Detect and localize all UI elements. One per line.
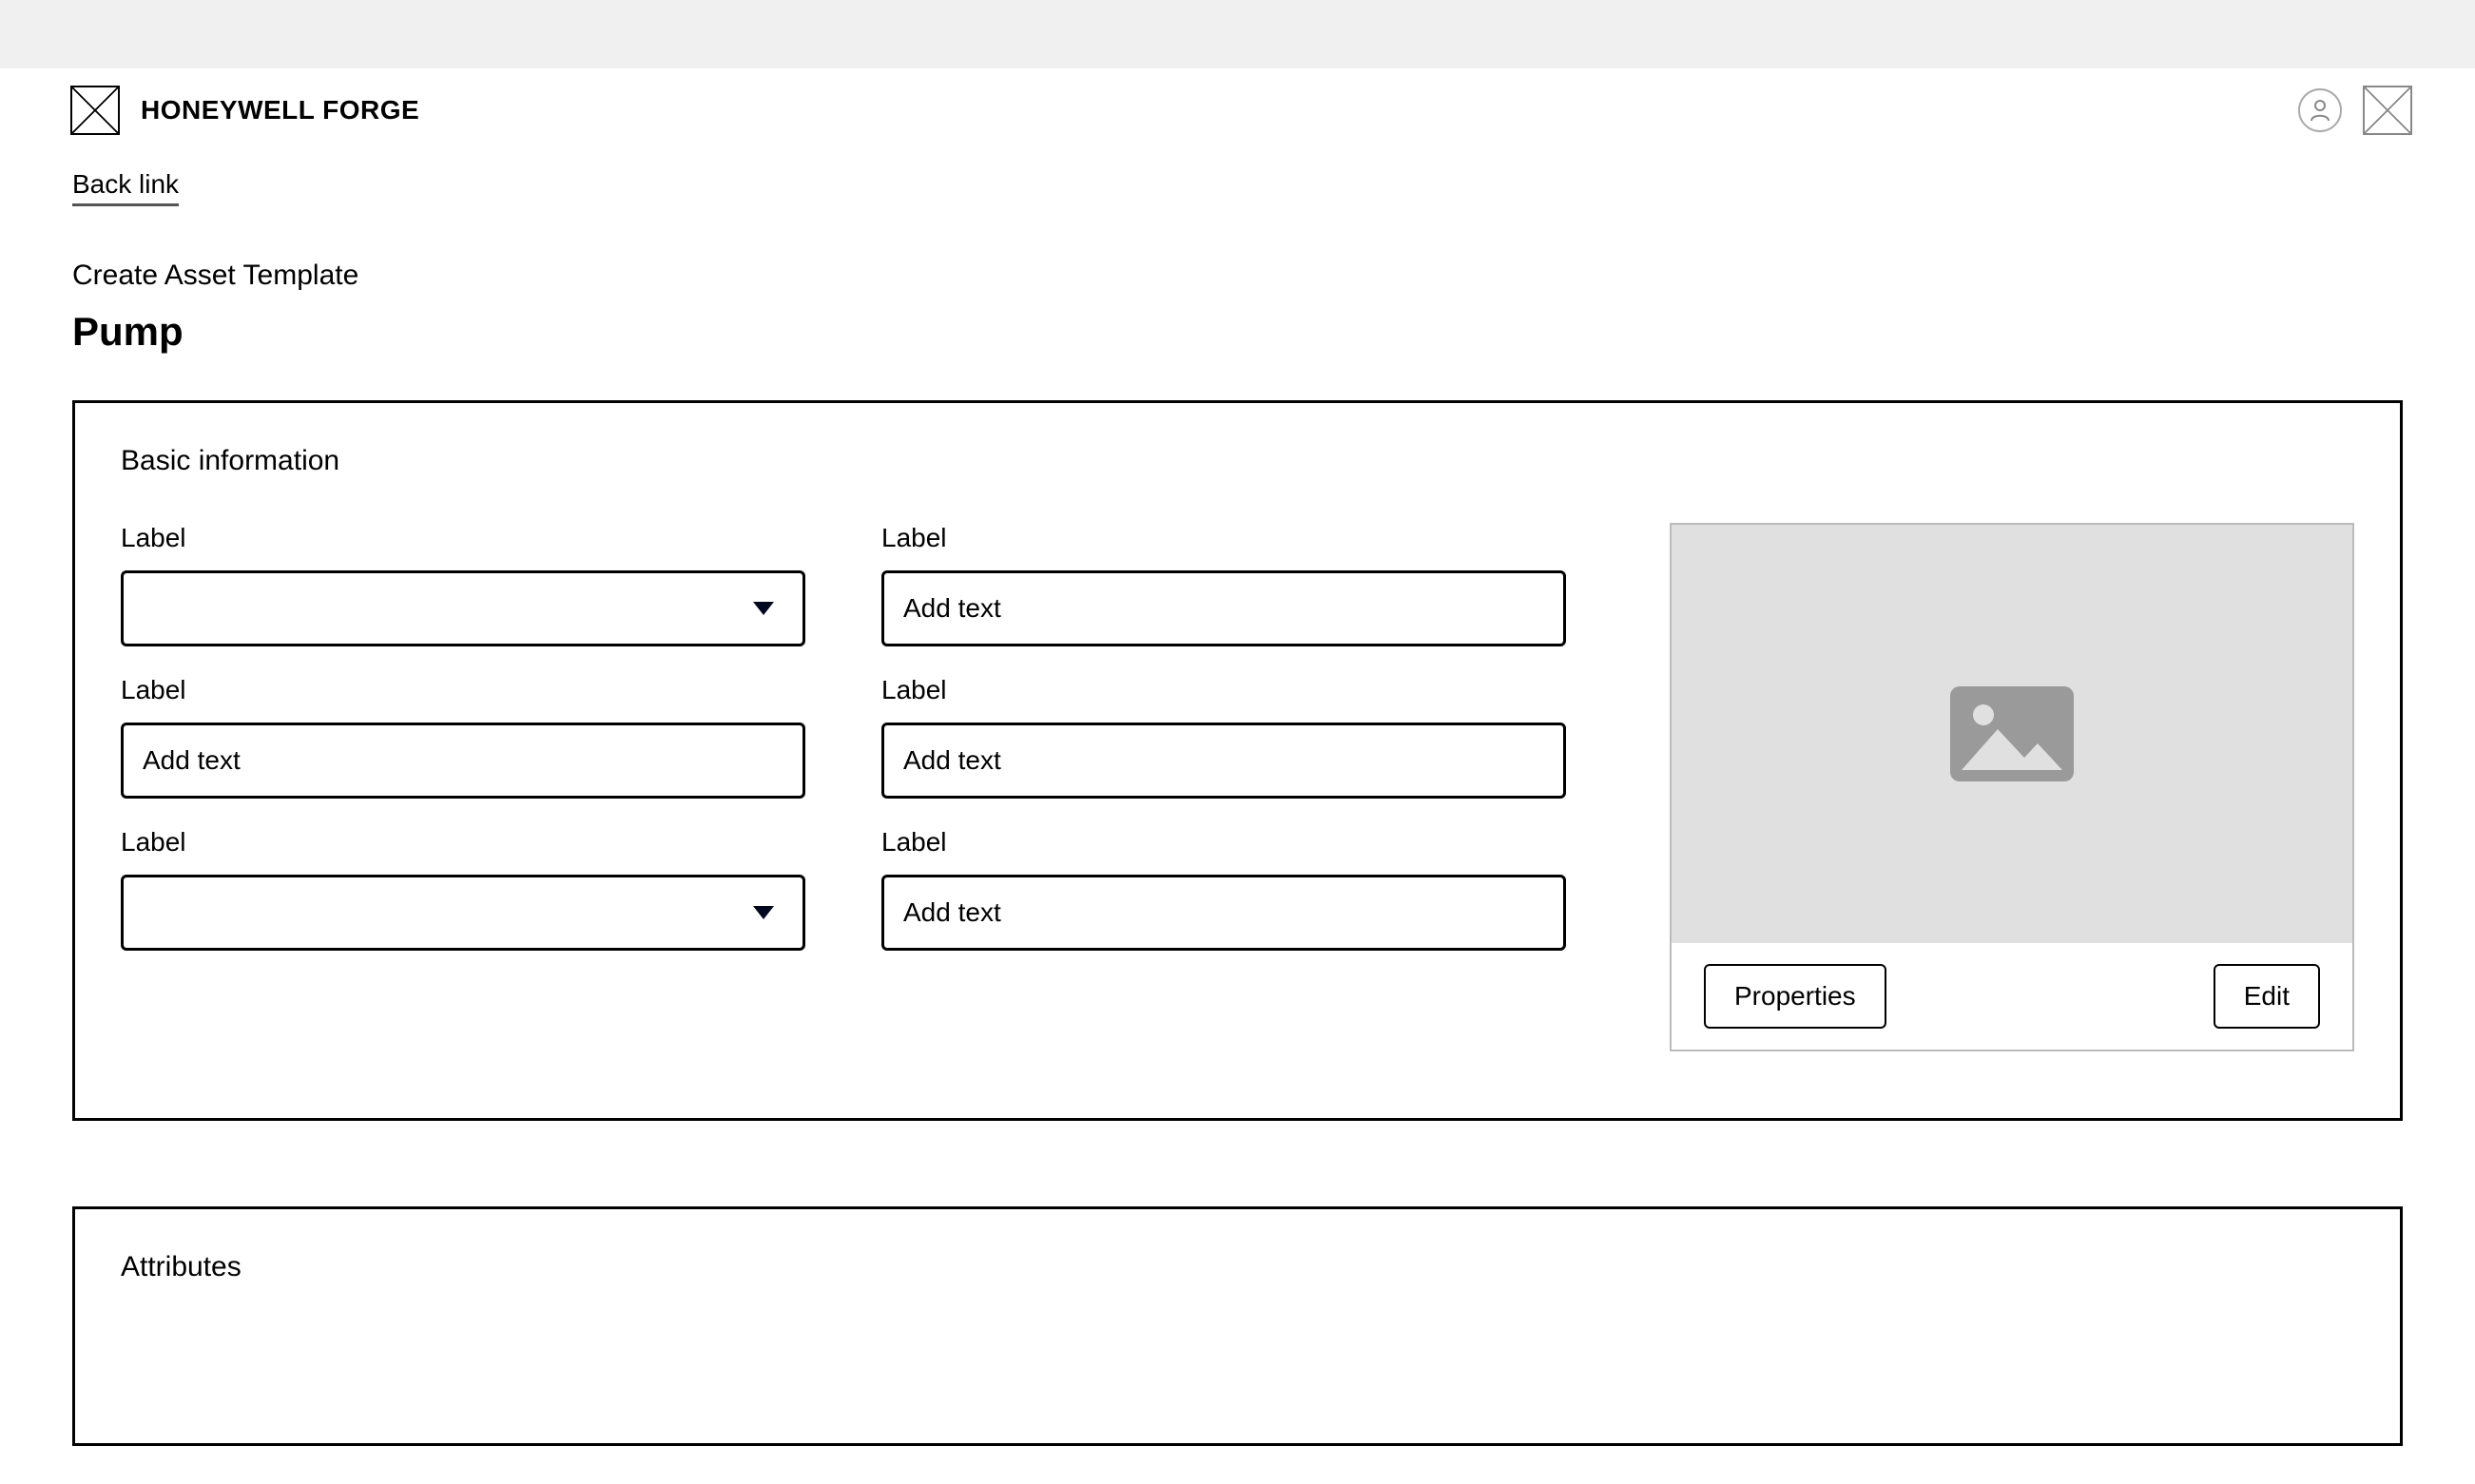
text-input[interactable] (903, 725, 1544, 796)
breadcrumb: Create Asset Template (72, 260, 2403, 292)
field-label: Label (121, 675, 805, 705)
app-bar: HONEYWELL FORGE (6, 68, 2469, 152)
properties-button[interactable]: Properties (1704, 964, 1886, 1029)
basic-information-panel: Basic information Label Label (72, 400, 2403, 1121)
field-label: Label (121, 523, 805, 553)
logo-placeholder-icon (70, 86, 120, 135)
section-title-basic: Basic information (121, 445, 2354, 477)
section-title-attributes: Attributes (121, 1251, 2354, 1283)
close-icon[interactable] (2363, 86, 2412, 135)
edit-button[interactable]: Edit (2214, 964, 2320, 1029)
chevron-down-icon (753, 602, 774, 615)
field-label: Label (881, 827, 1566, 858)
user-avatar-button[interactable] (2298, 88, 2342, 132)
field-label: Label (881, 675, 1566, 705)
field-label: Label (121, 827, 805, 858)
select-field-1-left[interactable] (121, 570, 805, 646)
text-field-3-right[interactable] (881, 875, 1566, 951)
field-label: Label (881, 523, 1566, 553)
text-field-1-right[interactable] (881, 570, 1566, 646)
text-input[interactable] (903, 877, 1544, 948)
asset-image-card: Properties Edit (1670, 523, 2354, 1051)
back-link[interactable]: Back link (72, 169, 179, 206)
image-icon (1950, 686, 2074, 781)
text-input[interactable] (903, 573, 1544, 644)
page-title: Pump (72, 309, 2403, 355)
text-input[interactable] (143, 725, 783, 796)
text-field-2-left[interactable] (121, 723, 805, 799)
brand-title: HONEYWELL FORGE (141, 95, 419, 125)
browser-chrome-topbar (0, 0, 2475, 68)
attributes-panel: Attributes (72, 1206, 2403, 1446)
chevron-down-icon (753, 906, 774, 919)
text-field-2-right[interactable] (881, 723, 1566, 799)
image-placeholder (1672, 525, 2352, 943)
select-field-3-left[interactable] (121, 875, 805, 951)
user-icon (2310, 99, 2330, 122)
